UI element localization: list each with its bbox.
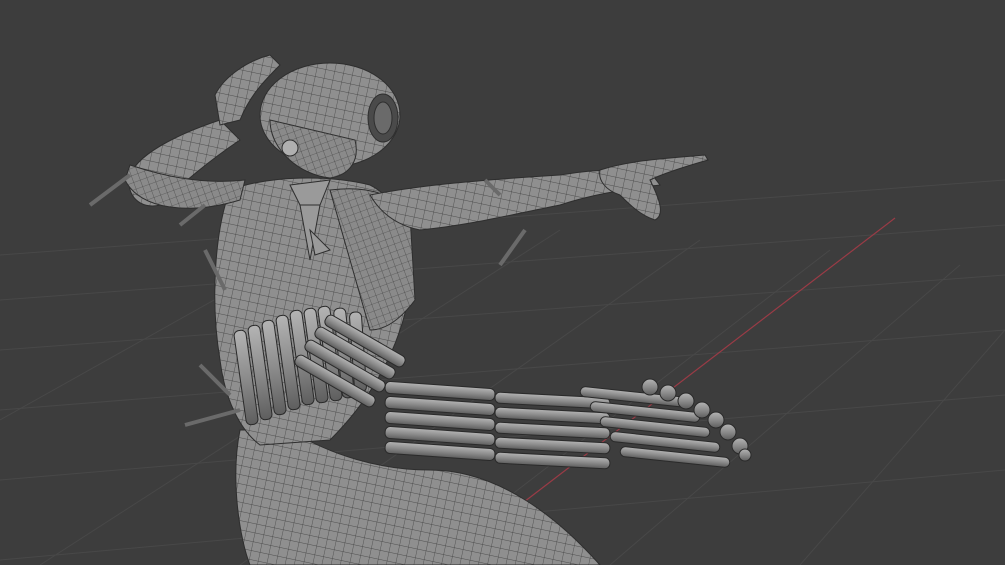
viewport-canvas[interactable] (0, 0, 1005, 565)
3d-viewport[interactable] (0, 0, 1005, 565)
character-mesh[interactable] (88, 54, 709, 565)
